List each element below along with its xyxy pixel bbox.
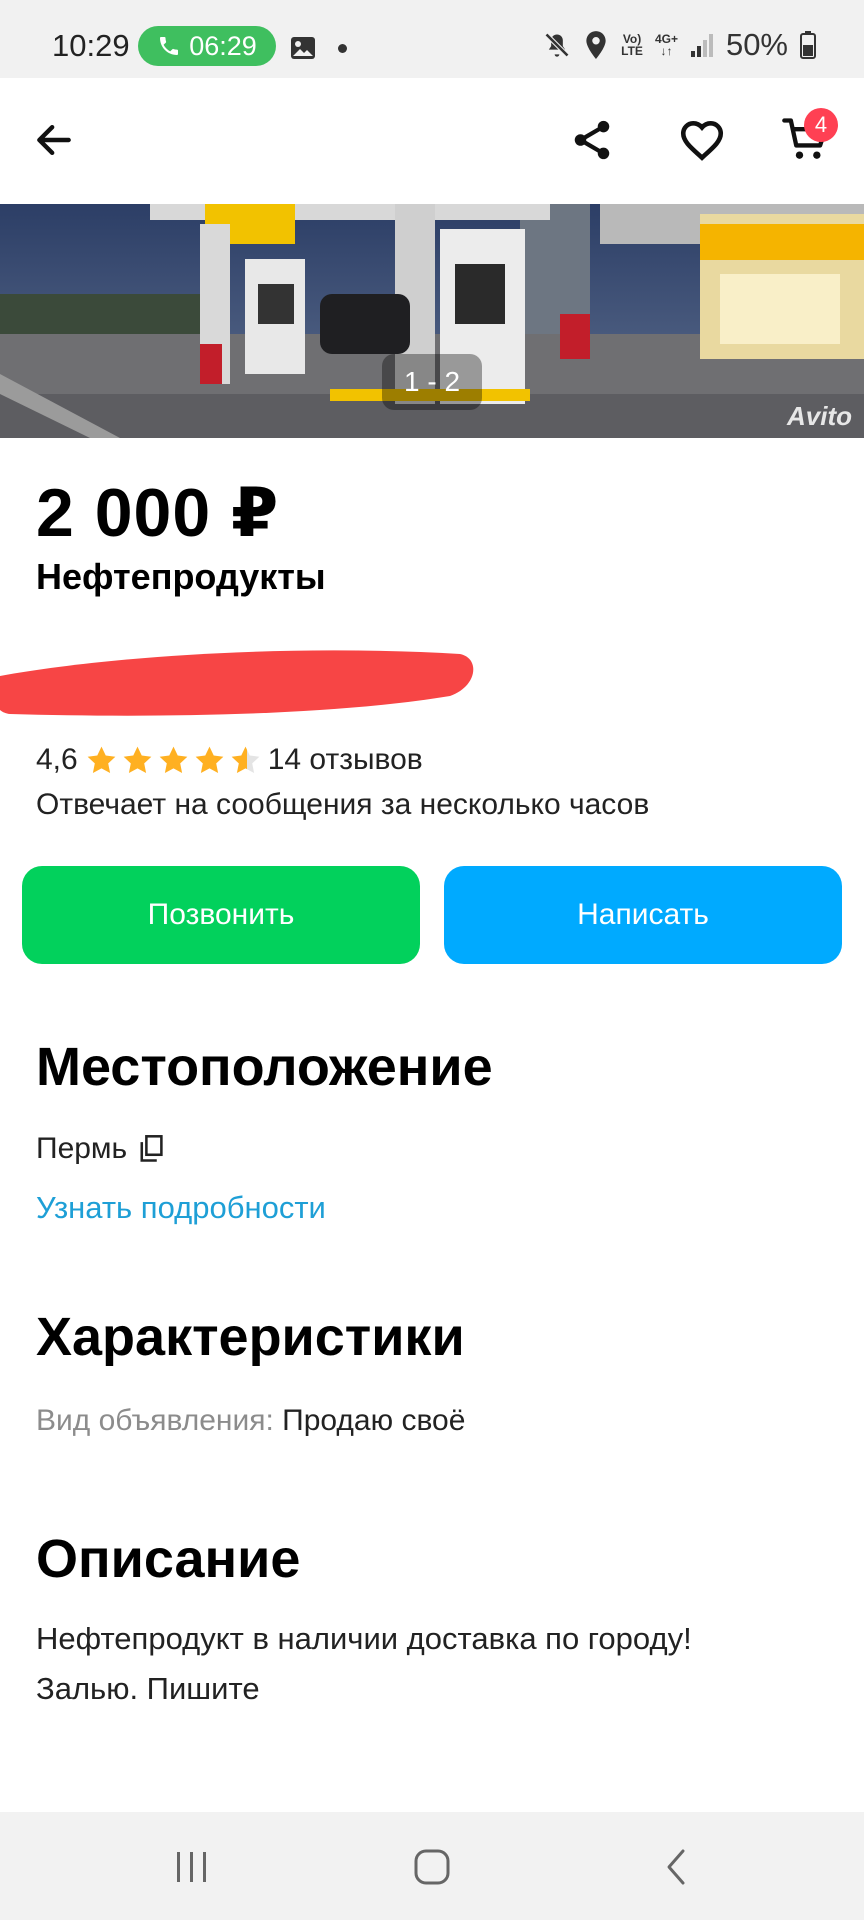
favorite-button[interactable] <box>670 108 734 172</box>
characteristic-label: Вид объявления: <box>36 1404 283 1437</box>
write-message-button[interactable]: Написать <box>444 866 842 964</box>
cart-count-badge: 4 <box>804 108 838 142</box>
call-timer: 06:29 <box>189 30 257 61</box>
location-heading: Местоположение <box>36 1037 493 1097</box>
volte-indicator: Vo) LTE <box>621 32 643 58</box>
system-navigation-bar <box>0 1812 864 1920</box>
more-notifications-dot <box>338 44 347 53</box>
description-heading: Описание <box>36 1529 301 1589</box>
network-4g-indicator: 4G+ ↓↑ <box>654 32 678 58</box>
cart-button[interactable]: 4 <box>774 108 838 172</box>
seller-rating[interactable]: 4,6 14 отзывов <box>36 740 423 780</box>
seller-reply-time: Отвечает на сообщения за несколько часов <box>36 788 650 821</box>
listing-price: 2 000 ₽ <box>36 475 280 551</box>
half-star-icon <box>231 746 260 773</box>
characteristics-heading: Характеристики <box>36 1307 465 1367</box>
share-button[interactable] <box>560 108 624 172</box>
chevron-left-icon <box>667 1849 685 1885</box>
characteristic-row: Вид объявления: Продаю своё <box>36 1404 465 1438</box>
location-city: Пермь <box>36 1132 165 1166</box>
recent-apps-button[interactable] <box>162 1842 222 1892</box>
arrow-left-icon <box>37 124 71 156</box>
description-line: Залью. Пишите <box>36 1671 260 1706</box>
home-icon <box>414 1849 450 1885</box>
home-button[interactable] <box>402 1842 462 1892</box>
description-line: Нефтепродукт в наличии доставка по город… <box>36 1621 692 1656</box>
call-button[interactable]: Позвонить <box>22 866 420 964</box>
rating-value: 4,6 <box>36 743 78 776</box>
location-icon <box>586 31 606 59</box>
avito-watermark: Avito <box>787 401 852 431</box>
characteristic-value: Продаю своё <box>282 1404 466 1437</box>
gallery-notification-icon <box>291 37 315 59</box>
recent-apps-icon <box>177 1852 206 1882</box>
reviews-count: 14 отзывов <box>267 743 423 776</box>
battery-level: 50% <box>725 27 788 62</box>
status-bar: 10:29 06:29 Vo) LTE 4G+ ↓↑ 50% <box>0 0 864 78</box>
phone-icon <box>160 37 179 55</box>
back-button[interactable] <box>22 108 86 172</box>
status-time: 10:29 <box>52 28 130 63</box>
heart-icon <box>680 121 724 161</box>
battery-icon <box>800 31 816 59</box>
photo-counter: 1 - 2 <box>382 354 482 410</box>
listing-title: Нефтепродукты <box>36 556 326 597</box>
signal-icon <box>690 34 713 57</box>
star-icon <box>87 746 116 773</box>
share-icon <box>574 120 610 160</box>
app-bar: 4 <box>0 78 864 204</box>
location-details-link[interactable]: Узнать подробности <box>36 1190 326 1226</box>
listing-photo-gallery[interactable]: 1 - 2 Avito <box>0 204 864 438</box>
rating-stars <box>84 743 264 778</box>
description-text: Нефтепродукт в наличии доставка по город… <box>36 1614 836 1714</box>
redacted-seller-name <box>0 650 474 716</box>
ongoing-call-chip[interactable]: 06:29 <box>138 26 276 66</box>
status-icons: Vo) LTE 4G+ ↓↑ 50% <box>543 24 816 66</box>
copy-icon[interactable] <box>137 1134 165 1164</box>
star-icon <box>159 746 188 773</box>
star-icon <box>195 746 224 773</box>
system-back-button[interactable] <box>646 1842 706 1892</box>
mute-icon <box>545 32 570 58</box>
city-name: Пермь <box>36 1132 128 1165</box>
star-icon <box>123 746 152 773</box>
